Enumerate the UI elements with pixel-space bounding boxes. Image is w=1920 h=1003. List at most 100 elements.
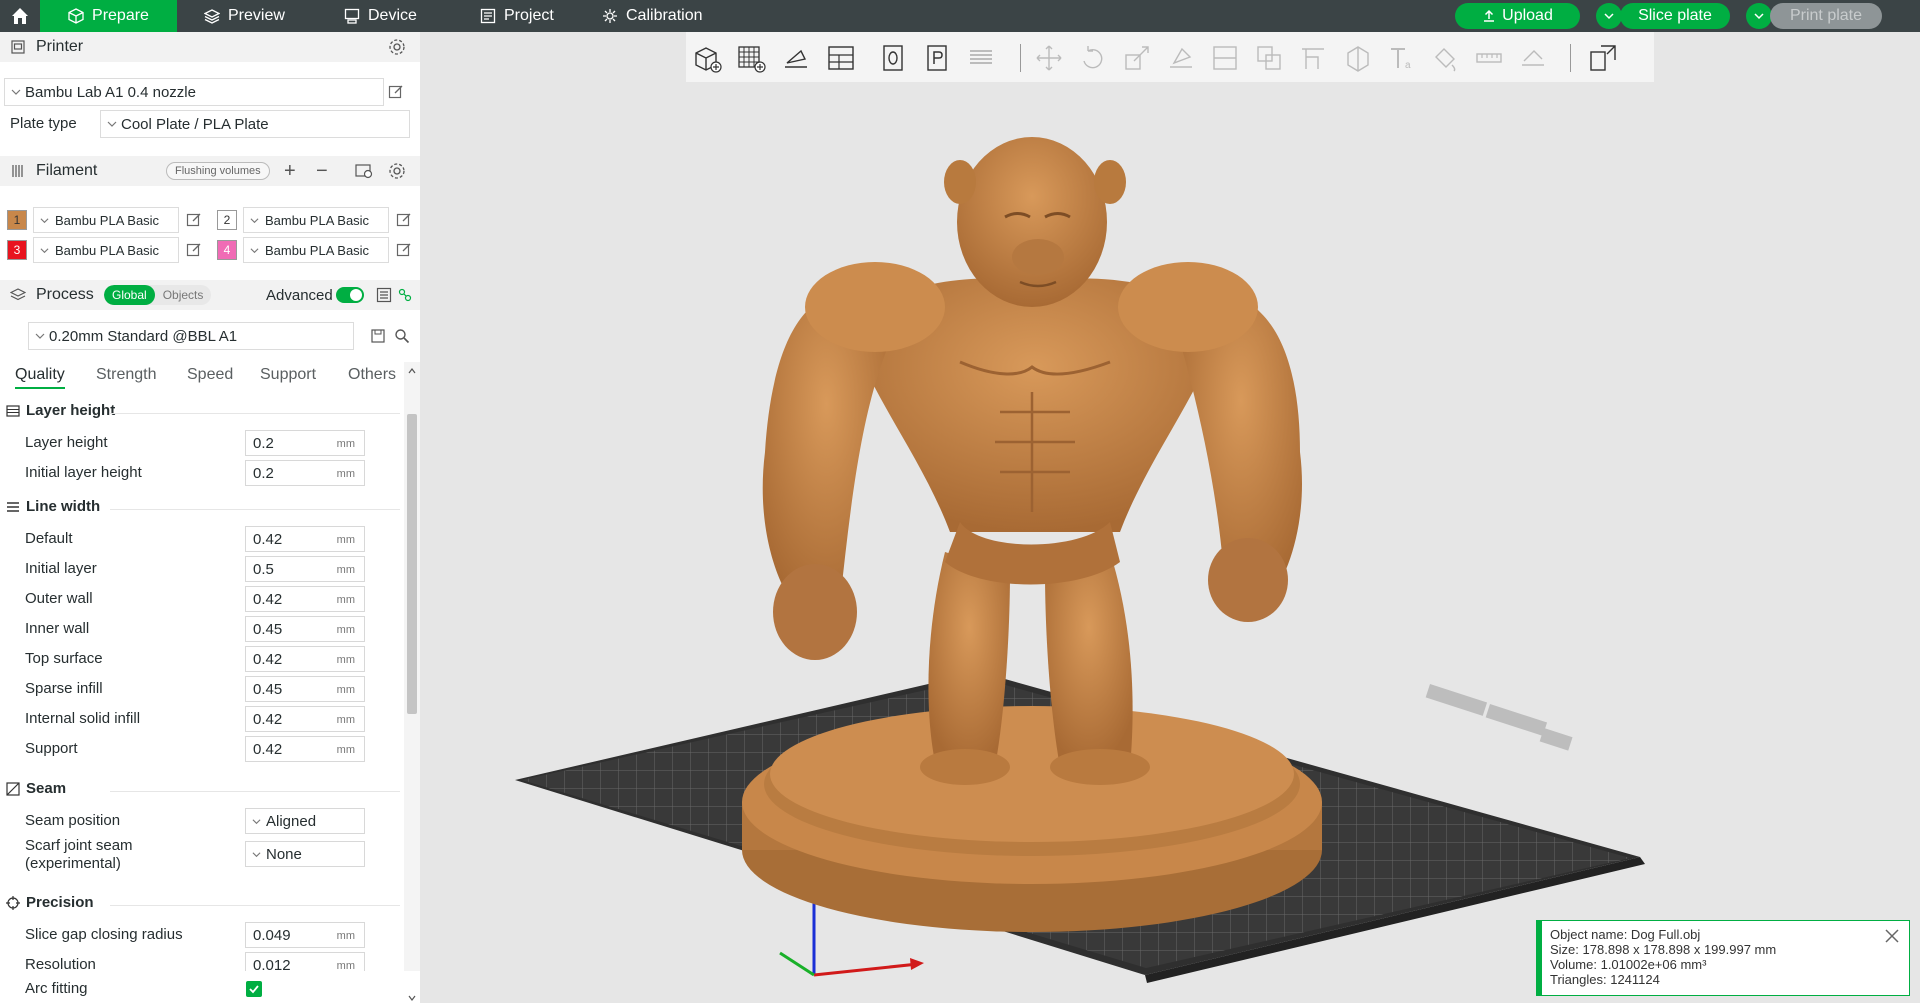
sparse-infill-line-width-input[interactable]: 0.45 mm [245,676,365,702]
filament-sync-icon[interactable] [355,163,373,179]
mesh-boolean-icon[interactable] [1252,41,1286,75]
arc-fitting-checkbox[interactable] [246,981,262,997]
scroll-up-icon[interactable] [408,367,416,375]
top-surface-line-width-input[interactable]: 0.42 mm [245,646,365,672]
upload-button[interactable]: Upload [1455,3,1580,29]
filament-slot-4-edit-icon[interactable] [396,242,412,258]
color-painting-icon[interactable] [1428,41,1462,75]
process-compare-icon[interactable] [398,288,412,302]
assembly-icon[interactable] [1516,41,1550,75]
global-toggle-option[interactable]: Global [104,285,155,305]
advanced-toggle[interactable] [336,287,364,303]
cut-icon[interactable] [1208,41,1242,75]
filament-slot-1-edit-icon[interactable] [186,212,202,228]
seam-position-select[interactable]: Aligned [245,808,365,834]
save-profile-icon[interactable] [370,328,386,344]
filament-slot-2-number[interactable]: 2 [217,210,237,230]
filament-slot-1-number[interactable]: 1 [7,210,27,230]
print-plate-label: Print plate [1789,7,1863,24]
setting-value: 0.049 [253,926,291,944]
filament-slot-4-name: Bambu PLA Basic [265,242,370,258]
filament-slot-4-number[interactable]: 4 [217,240,237,260]
home-icon[interactable] [0,0,40,32]
tab-project[interactable]: Project [466,0,568,32]
tab-device[interactable]: Device [330,0,431,32]
filament-slot-1-select[interactable]: Bambu PLA Basic [33,207,179,233]
unit-label: mm [336,624,355,636]
filament-slot-2-edit-icon[interactable] [396,212,412,228]
scroll-down-icon[interactable] [408,994,416,1002]
rotate-icon[interactable] [1076,41,1110,75]
process-list-icon[interactable] [376,287,392,303]
setting-value: 0.42 [253,710,283,728]
3d-viewport[interactable] [420,32,1920,1003]
filament-slot-4-select[interactable]: Bambu PLA Basic [243,237,389,263]
unit-label: mm [336,960,355,971]
initial-layer-line-width-input[interactable]: 0.5 mm [245,556,365,582]
search-icon[interactable] [394,328,410,344]
filament-slot-3-number[interactable]: 3 [7,240,27,260]
upload-label: Upload [1502,7,1553,24]
slice-gap-closing-radius-input[interactable]: 0.049 mm [245,922,365,948]
tab-preview[interactable]: Preview [190,0,299,32]
plate-settings-icon[interactable] [920,41,954,75]
outer-wall-line-width-input[interactable]: 0.42 mm [245,586,365,612]
support-painting-icon[interactable] [1296,41,1330,75]
process-profile-select[interactable]: 0.20mm Standard @BBL A1 [28,322,354,350]
objects-toggle-option[interactable]: Objects [155,285,212,305]
inner-wall-line-width-input[interactable]: 0.45 mm [245,616,365,642]
filament-settings-gear-icon[interactable] [388,162,406,180]
printer-settings-gear-icon[interactable] [388,38,406,56]
filament-slot-3-edit-icon[interactable] [186,242,202,258]
group-divider [110,905,400,906]
support-line-width-input[interactable]: 0.42 mm [245,736,365,762]
text-shape-icon[interactable]: a [1384,41,1418,75]
close-icon[interactable] [1883,927,1901,945]
model-dog-full[interactable] [742,137,1322,932]
chevron-down-icon [40,217,49,223]
upload-icon [1484,9,1495,22]
scrollbar-thumb[interactable] [407,414,417,714]
plate-type-select[interactable]: Cool Plate / PLA Plate [100,110,410,138]
printer-edit-icon[interactable] [388,84,404,100]
arrange-icon[interactable] [824,41,858,75]
remove-filament-icon[interactable]: − [316,160,328,183]
filament-slot-2-select[interactable]: Bambu PLA Basic [243,207,389,233]
add-object-icon[interactable] [690,41,724,75]
lay-on-face-icon[interactable] [1164,41,1198,75]
split-objects-icon[interactable] [1586,41,1620,75]
default-line-width-input[interactable]: 0.42 mm [245,526,365,552]
auto-orient-icon[interactable] [779,41,813,75]
add-filament-icon[interactable]: + [284,160,296,183]
orient-plate-icon[interactable] [876,41,910,75]
measure-icon[interactable] [1472,41,1506,75]
checkmark-icon [249,985,259,994]
seam-painting-icon[interactable] [1340,41,1374,75]
filament-slot-3-select[interactable]: Bambu PLA Basic [33,237,179,263]
print-dropdown-button[interactable] [1746,3,1772,29]
printer-select[interactable]: Bambu Lab A1 0.4 nozzle [4,78,384,106]
layers-view-icon[interactable] [964,41,998,75]
filament-slot-2-name: Bambu PLA Basic [265,212,370,228]
flushing-volumes-button[interactable]: Flushing volumes [166,162,270,180]
initial-layer-height-input[interactable]: 0.2 mm [245,460,365,486]
add-plate-icon[interactable] [734,41,768,75]
internal-solid-infill-line-width-input[interactable]: 0.42 mm [245,706,365,732]
toolbar-divider [1020,44,1021,72]
layer-height-input[interactable]: 0.2 mm [245,430,365,456]
resolution-input[interactable]: 0.012 mm [245,952,365,971]
tab-prepare[interactable]: Prepare [40,0,177,32]
setting-value: 0.45 [253,620,283,638]
tab-calibration[interactable]: Calibration [588,0,716,32]
setting-value: 0.2 [253,464,274,482]
slice-plate-button[interactable]: Slice plate [1620,3,1730,29]
move-icon[interactable] [1032,41,1066,75]
settings-scrollbar[interactable] [404,362,420,1001]
slice-dropdown-button[interactable] [1596,3,1622,29]
scale-icon[interactable] [1120,41,1154,75]
process-section-header: Process Global Objects Advanced [0,280,420,310]
scarf-joint-seam-select[interactable]: None [245,841,365,867]
print-plate-button[interactable]: Print plate [1770,3,1882,29]
unit-label: mm [336,744,355,756]
process-scope-toggle[interactable]: Global Objects [104,285,212,305]
